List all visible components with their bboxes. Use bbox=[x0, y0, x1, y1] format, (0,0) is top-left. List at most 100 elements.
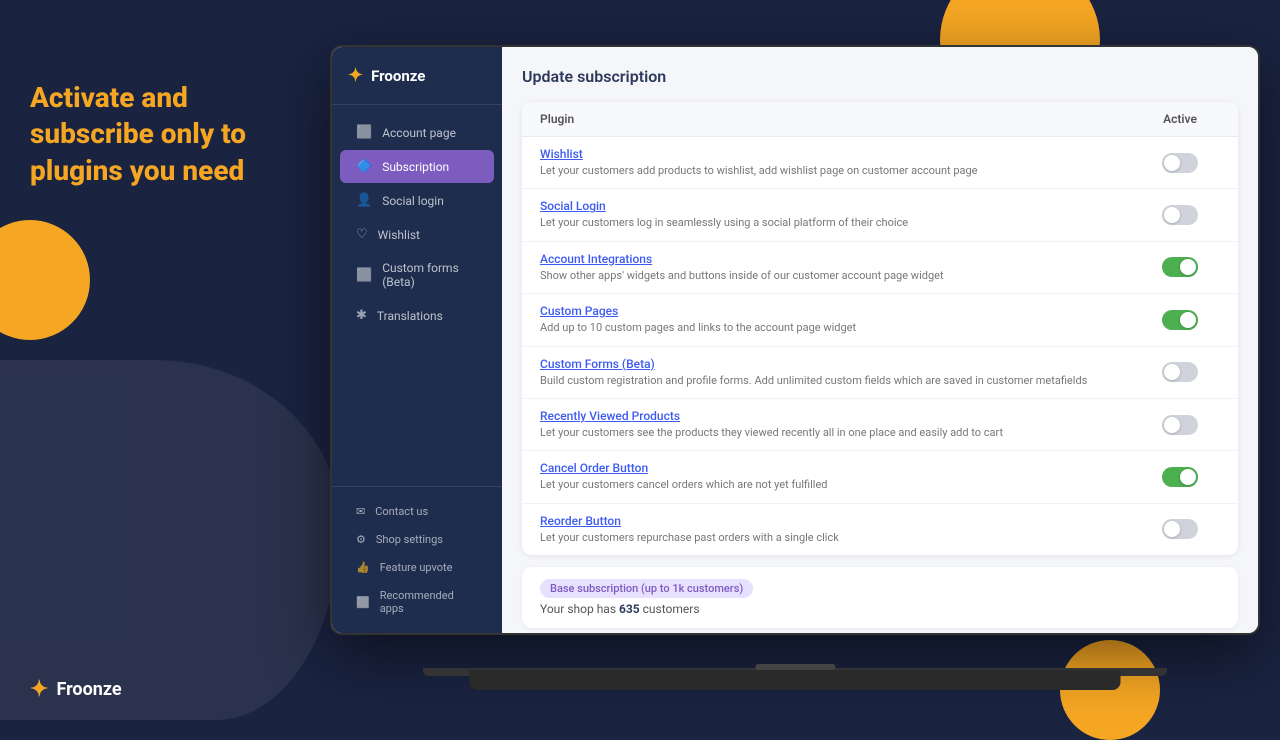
toggle-custom-forms-beta[interactable] bbox=[1162, 362, 1198, 382]
plugin-desc-custom-pages: Add up to 10 custom pages and links to t… bbox=[540, 320, 1140, 335]
footer-icon-recommended-apps: ⬜ bbox=[356, 596, 370, 609]
table-header: Plugin Active bbox=[522, 102, 1238, 137]
customers-count: 635 bbox=[619, 602, 640, 616]
plugin-table: Plugin Active Wishlist Let your customer… bbox=[522, 102, 1238, 555]
toggle-knob-recently-viewed bbox=[1164, 417, 1180, 433]
plugin-desc-reorder-button: Let your customers repurchase past order… bbox=[540, 530, 1140, 545]
sidebar-item-account-page[interactable]: ⬜ Account page bbox=[340, 116, 494, 149]
plugin-info-reorder-button: Reorder Button Let your customers repurc… bbox=[540, 514, 1140, 545]
logo-icon: ✦ bbox=[30, 677, 48, 702]
toggle-custom-pages[interactable] bbox=[1162, 310, 1198, 330]
sidebar-item-wishlist[interactable]: ♡Wishlist bbox=[340, 218, 494, 251]
toggle-knob-account-integrations bbox=[1180, 259, 1196, 275]
subscription-badge: Base subscription (up to 1k customers) bbox=[540, 579, 753, 598]
page-title: Update subscription bbox=[522, 67, 1238, 86]
toggle-wishlist[interactable] bbox=[1162, 153, 1198, 173]
bottom-logo: ✦ Froonze bbox=[30, 677, 122, 702]
customers-text: Your shop has bbox=[540, 602, 619, 616]
plugin-rows: Wishlist Let your customers add products… bbox=[522, 137, 1238, 555]
plugin-desc-cancel-order: Let your customers cancel orders which a… bbox=[540, 477, 1140, 492]
footer-item-recommended-apps[interactable]: ⬜ Recommended apps bbox=[340, 582, 494, 622]
nav-icon-translations: ✱ bbox=[356, 308, 367, 323]
sidebar-footer: ✉ Contact us ⚙ Shop settings 👍 Feature upvote… bbox=[332, 486, 502, 633]
nav-label-custom-forms: Custom forms (Beta) bbox=[382, 261, 478, 289]
logo-name: Froonze bbox=[56, 679, 121, 700]
plugin-info-account-integrations: Account Integrations Show other apps' wi… bbox=[540, 252, 1140, 283]
plugin-desc-recently-viewed: Let your customers see the products they… bbox=[540, 425, 1140, 440]
hero-line3: plugins you need bbox=[30, 154, 244, 187]
nav-icon-custom-forms: ⬜ bbox=[356, 268, 372, 283]
plugin-name-custom-pages[interactable]: Custom Pages bbox=[540, 304, 1140, 318]
plugin-row-reorder-button: Reorder Button Let your customers repurc… bbox=[522, 504, 1238, 555]
toggle-cell-custom-pages bbox=[1140, 310, 1220, 330]
plugin-desc-wishlist: Let your customers add products to wishl… bbox=[540, 163, 1140, 178]
nav-icon-social-login: 👤 bbox=[356, 193, 372, 208]
plugin-name-reorder-button[interactable]: Reorder Button bbox=[540, 514, 1140, 528]
sidebar-item-custom-forms[interactable]: ⬜ Custom forms (Beta) bbox=[340, 252, 494, 298]
laptop-base bbox=[470, 670, 1121, 690]
footer-icon-feature-upvote: 👍 bbox=[356, 561, 370, 574]
col-active: Active bbox=[1140, 112, 1220, 126]
sidebar-item-subscription[interactable]: 🔷 Subscription bbox=[340, 150, 494, 183]
laptop-notch bbox=[755, 664, 835, 670]
nav-label-account-page: Account page bbox=[382, 126, 456, 140]
plugin-info-social-login: Social Login Let your customers log in s… bbox=[540, 199, 1140, 230]
nav-label-social-login: Social login bbox=[382, 194, 444, 208]
footer-label-contact-us: Contact us bbox=[375, 505, 428, 518]
sidebar-logo-icon: ✦ bbox=[348, 65, 363, 86]
plugin-name-social-login[interactable]: Social Login bbox=[540, 199, 1140, 213]
plugin-info-recently-viewed: Recently Viewed Products Let your custom… bbox=[540, 409, 1140, 440]
sidebar-nav: ⬜ Account page 🔷 Subscription 👤 Social login ♡… bbox=[332, 105, 502, 486]
footer-label-recommended-apps: Recommended apps bbox=[380, 589, 478, 615]
nav-label-subscription: Subscription bbox=[382, 160, 449, 174]
footer-item-shop-settings[interactable]: ⚙ Shop settings bbox=[340, 526, 494, 553]
plugin-row-account-integrations: Account Integrations Show other apps' wi… bbox=[522, 242, 1238, 294]
nav-icon-subscription: 🔷 bbox=[356, 159, 372, 174]
app-container: ✦ Froonze ⬜Account page🔷Subscription👤Soc… bbox=[332, 47, 1258, 633]
plugin-name-account-integrations[interactable]: Account Integrations bbox=[540, 252, 1140, 266]
plugin-name-wishlist[interactable]: Wishlist bbox=[540, 147, 1140, 161]
hero-line2-normal: subscribe bbox=[30, 117, 161, 150]
plugin-row-recently-viewed: Recently Viewed Products Let your custom… bbox=[522, 399, 1238, 451]
sidebar: ✦ Froonze ⬜Account page🔷Subscription👤Soc… bbox=[332, 47, 502, 633]
footer-label-feature-upvote: Feature upvote bbox=[380, 561, 453, 574]
subscription-customers: Your shop has 635 customers bbox=[540, 602, 1220, 616]
toggle-account-integrations[interactable] bbox=[1162, 257, 1198, 277]
plugin-name-recently-viewed[interactable]: Recently Viewed Products bbox=[540, 409, 1140, 423]
plugin-info-cancel-order: Cancel Order Button Let your customers c… bbox=[540, 461, 1140, 492]
col-plugin: Plugin bbox=[540, 112, 1140, 126]
plugin-row-cancel-order: Cancel Order Button Let your customers c… bbox=[522, 451, 1238, 503]
toggle-cell-wishlist bbox=[1140, 153, 1220, 173]
toggle-reorder-button[interactable] bbox=[1162, 519, 1198, 539]
toggle-cancel-order[interactable] bbox=[1162, 467, 1198, 487]
hero-section: Activate and subscribe only to plugins y… bbox=[30, 80, 246, 189]
nav-icon-account-page: ⬜ bbox=[356, 125, 372, 140]
toggle-knob-custom-forms-beta bbox=[1164, 364, 1180, 380]
laptop-frame: ✦ Froonze ⬜Account page🔷Subscription👤Soc… bbox=[330, 45, 1260, 690]
sidebar-item-social-login[interactable]: 👤 Social login bbox=[340, 184, 494, 217]
footer-label-shop-settings: Shop settings bbox=[376, 533, 443, 546]
nav-label-translations: Translations bbox=[377, 309, 443, 323]
plugin-name-custom-forms-beta[interactable]: Custom Forms (Beta) bbox=[540, 357, 1140, 371]
footer-icon-shop-settings: ⚙ bbox=[356, 533, 366, 546]
footer-item-feature-upvote[interactable]: 👍 Feature upvote bbox=[340, 554, 494, 581]
plugin-row-custom-forms-beta: Custom Forms (Beta) Build custom registr… bbox=[522, 347, 1238, 399]
plugin-info-wishlist: Wishlist Let your customers add products… bbox=[540, 147, 1140, 178]
toggle-cell-reorder-button bbox=[1140, 519, 1220, 539]
toggle-knob-custom-pages bbox=[1180, 312, 1196, 328]
laptop-screen: ✦ Froonze ⬜Account page🔷Subscription👤Soc… bbox=[330, 45, 1260, 635]
toggle-knob-wishlist bbox=[1164, 155, 1180, 171]
toggle-knob-social-login bbox=[1164, 207, 1180, 223]
toggle-cell-custom-forms-beta bbox=[1140, 362, 1220, 382]
footer-item-contact-us[interactable]: ✉ Contact us bbox=[340, 498, 494, 525]
toggle-social-login[interactable] bbox=[1162, 205, 1198, 225]
plugin-info-custom-pages: Custom Pages Add up to 10 custom pages a… bbox=[540, 304, 1140, 335]
toggle-recently-viewed[interactable] bbox=[1162, 415, 1198, 435]
toggle-cell-social-login bbox=[1140, 205, 1220, 225]
plugin-desc-social-login: Let your customers log in seamlessly usi… bbox=[540, 215, 1140, 230]
subscription-info: Base subscription (up to 1k customers) Y… bbox=[522, 567, 1238, 628]
footer-icon-contact-us: ✉ bbox=[356, 505, 365, 518]
plugin-name-cancel-order[interactable]: Cancel Order Button bbox=[540, 461, 1140, 475]
sidebar-item-translations[interactable]: ✱ Translations bbox=[340, 299, 494, 332]
toggle-cell-cancel-order bbox=[1140, 467, 1220, 487]
